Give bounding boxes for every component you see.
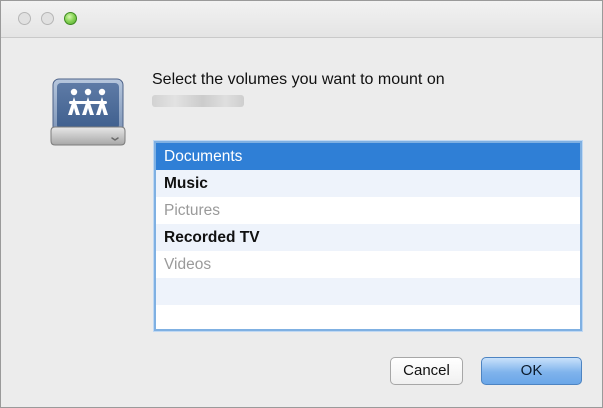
volume-list-item[interactable]: Music	[156, 170, 580, 197]
zoom-window-button[interactable]	[64, 12, 77, 25]
close-window-button[interactable]	[18, 12, 31, 25]
mount-volumes-dialog: Select the volumes you want to mount on …	[0, 0, 603, 408]
minimize-window-button[interactable]	[41, 12, 54, 25]
volume-list-item: Pictures	[156, 197, 580, 224]
volume-list-item[interactable]: Documents	[156, 143, 580, 170]
network-volume-icon	[50, 78, 126, 146]
network-volume-icon	[45, 71, 131, 153]
cancel-button[interactable]: Cancel	[390, 357, 463, 385]
mount-prompt-text: Select the volumes you want to mount on	[152, 71, 445, 88]
empty-list-row	[156, 305, 580, 329]
volume-list-item[interactable]: Recorded TV	[156, 224, 580, 251]
server-name-blurred	[152, 95, 244, 107]
empty-list-row	[156, 278, 580, 305]
title-bar	[1, 1, 602, 38]
volumes-list[interactable]: Documents Music Pictures Recorded TV Vid…	[154, 141, 582, 331]
volume-list-item: Videos	[156, 251, 580, 278]
ok-button[interactable]: OK	[481, 357, 582, 385]
